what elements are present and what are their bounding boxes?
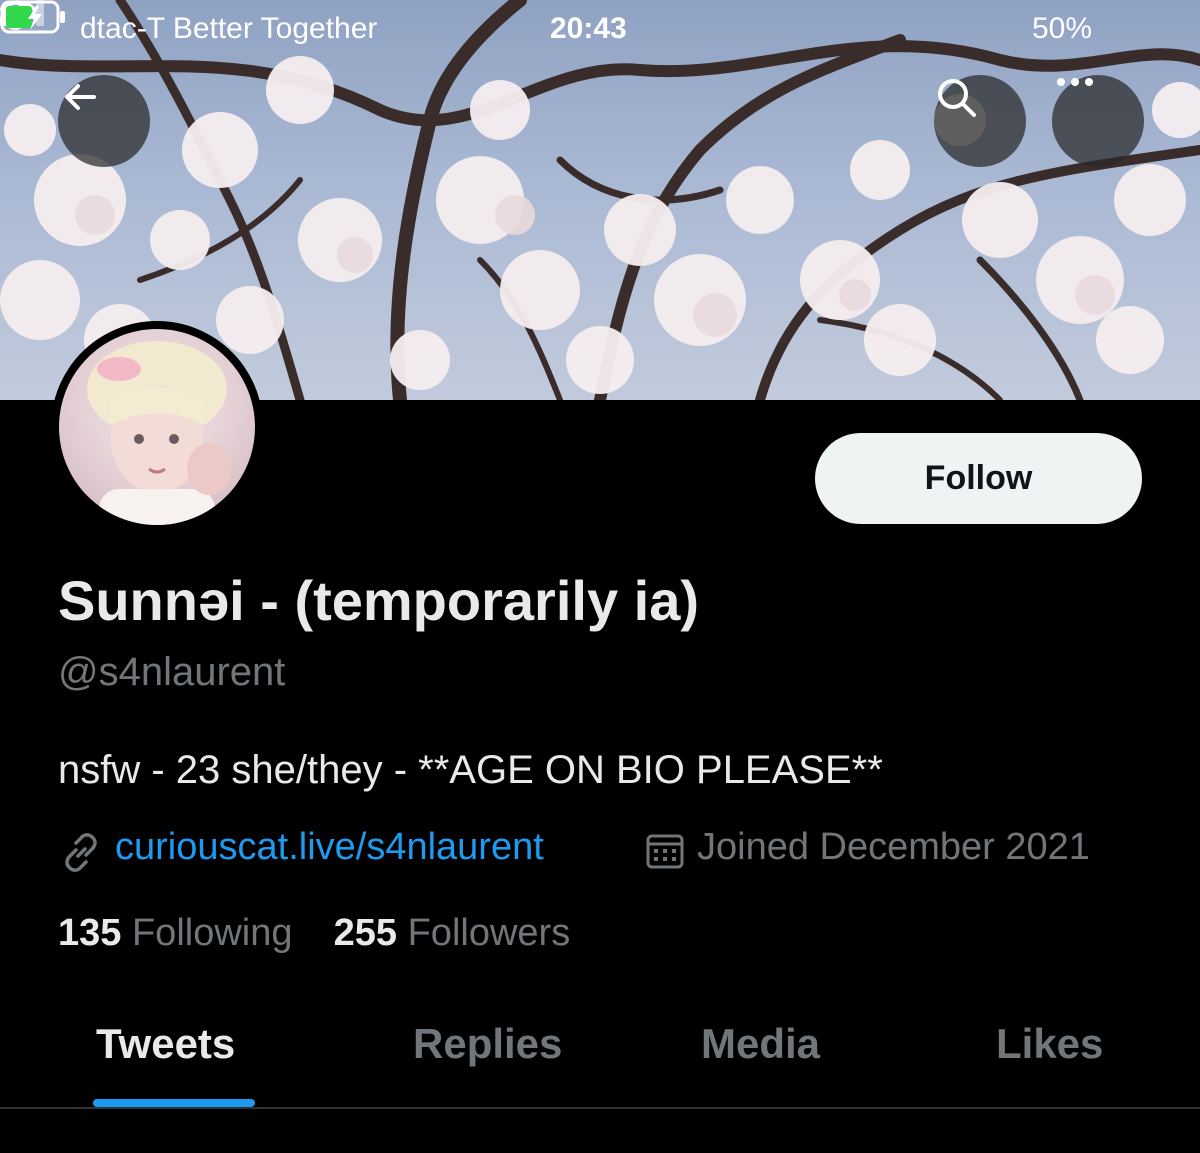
back-arrow-icon bbox=[65, 84, 96, 110]
tab-tweets[interactable]: Tweets bbox=[96, 1020, 235, 1068]
active-tab-indicator bbox=[93, 1099, 255, 1107]
carrier-name: dtac-T Better Together bbox=[80, 12, 378, 45]
followers-stat[interactable]: 255 Followers bbox=[334, 912, 571, 954]
followers-count: 255 bbox=[333, 912, 398, 954]
avatar[interactable] bbox=[51, 321, 263, 533]
profile-handle: @s4nlaurent bbox=[58, 650, 286, 694]
battery-icon bbox=[0, 0, 65, 34]
link-icon bbox=[65, 833, 97, 872]
more-icon bbox=[1057, 78, 1093, 86]
clock-time: 20:43 bbox=[550, 12, 627, 45]
profile-tabs: Tweets Replies Media Likes bbox=[0, 1010, 1200, 1108]
following-label: Following bbox=[131, 912, 293, 954]
follow-stats: 135 Following 255 Followers bbox=[58, 912, 570, 955]
tab-likes[interactable]: Likes bbox=[996, 1020, 1103, 1068]
tabs-divider bbox=[0, 1107, 1200, 1109]
more-options-button[interactable] bbox=[1052, 75, 1144, 167]
tab-replies[interactable]: Replies bbox=[413, 1020, 562, 1068]
following-stat[interactable]: 135 Following bbox=[58, 912, 303, 954]
search-button[interactable] bbox=[934, 75, 1026, 167]
followers-label: Followers bbox=[407, 912, 571, 954]
following-count: 135 bbox=[58, 912, 122, 954]
calendar-icon bbox=[646, 834, 684, 869]
battery-percent: 50% bbox=[1032, 12, 1093, 45]
profile-website-link[interactable]: curiouscat.live/s4nlaurent bbox=[115, 826, 544, 869]
display-name: Sunnəi - (temporarily ia) bbox=[58, 569, 699, 632]
joined-date: Joined December 2021 bbox=[697, 826, 1090, 868]
follow-button[interactable]: Follow bbox=[815, 433, 1142, 524]
tab-media[interactable]: Media bbox=[701, 1020, 820, 1068]
profile-bio: nsfw - 23 she/they - **AGE ON BIO PLEASE… bbox=[58, 748, 883, 792]
status-bar: dtac-T Better Together 20:43 50% bbox=[0, 0, 1200, 62]
back-button[interactable] bbox=[58, 75, 150, 167]
avatar-image bbox=[59, 329, 255, 525]
search-icon bbox=[938, 79, 976, 117]
